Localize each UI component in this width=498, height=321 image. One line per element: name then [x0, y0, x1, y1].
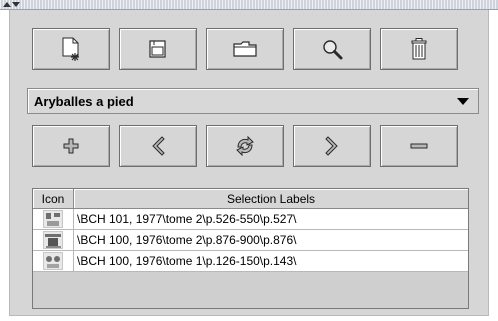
- folder-icon: [233, 41, 257, 57]
- thumbnail-icon: [43, 252, 63, 270]
- magnifier-icon: [323, 40, 343, 60]
- table-row[interactable]: \BCH 101, 1977\tome 2\p.526-550\p.527\: [33, 209, 468, 230]
- delete-button[interactable]: [380, 28, 458, 70]
- previous-button[interactable]: [119, 125, 197, 167]
- table-cell-label: \BCH 101, 1977\tome 2\p.526-550\p.527\: [77, 212, 297, 226]
- save-button[interactable]: [119, 28, 197, 70]
- thumbnail-icon: [43, 231, 63, 249]
- selection-dropdown-value: Aryballes a pied: [34, 93, 134, 109]
- table-row[interactable]: \BCH 100, 1976\tome 2\p.876-900\p.876\: [33, 230, 468, 251]
- table-cell-icon: [33, 209, 74, 229]
- chevron-down-icon[interactable]: [457, 98, 469, 105]
- new-document-icon: [62, 37, 79, 61]
- table-cell-icon: [33, 230, 74, 250]
- window-title-strip: [0, 0, 498, 10]
- new-document-button[interactable]: [32, 28, 110, 70]
- table-body: \BCH 101, 1977\tome 2\p.526-550\p.527\ \…: [33, 209, 468, 272]
- table-cell-icon: [33, 251, 74, 271]
- minus-icon: [410, 143, 428, 149]
- selection-table: Icon Selection Labels \BCH 101, 1977\tom…: [32, 188, 469, 309]
- open-folder-button[interactable]: [206, 28, 284, 70]
- chevron-left-icon: [152, 136, 165, 156]
- plus-icon: [63, 138, 79, 154]
- table-header: Icon Selection Labels: [33, 189, 468, 209]
- search-button[interactable]: [293, 28, 371, 70]
- trash-icon: [411, 38, 427, 60]
- scroll-up-arrow-icon[interactable]: [3, 2, 11, 7]
- add-button[interactable]: [32, 125, 110, 167]
- table-row[interactable]: \BCH 100, 1976\tome 1\p.126-150\p.143\: [33, 251, 468, 272]
- save-icon: [149, 40, 166, 58]
- column-header-selection-labels[interactable]: Selection Labels: [74, 189, 468, 209]
- scroll-down-arrow-icon[interactable]: [12, 2, 20, 7]
- selection-panel: Aryballes a pied Icon Selection Labels \…: [9, 10, 489, 316]
- refresh-icon: [236, 135, 254, 157]
- thumbnail-icon: [43, 210, 63, 228]
- refresh-button[interactable]: [206, 125, 284, 167]
- table-cell-label: \BCH 100, 1976\tome 1\p.126-150\p.143\: [77, 254, 297, 268]
- next-button[interactable]: [293, 125, 371, 167]
- selection-dropdown[interactable]: Aryballes a pied: [27, 88, 479, 114]
- chevron-right-icon: [325, 136, 338, 156]
- table-cell-label: \BCH 100, 1976\tome 2\p.876-900\p.876\: [77, 233, 297, 247]
- column-header-icon[interactable]: Icon: [33, 189, 74, 209]
- remove-button[interactable]: [380, 125, 458, 167]
